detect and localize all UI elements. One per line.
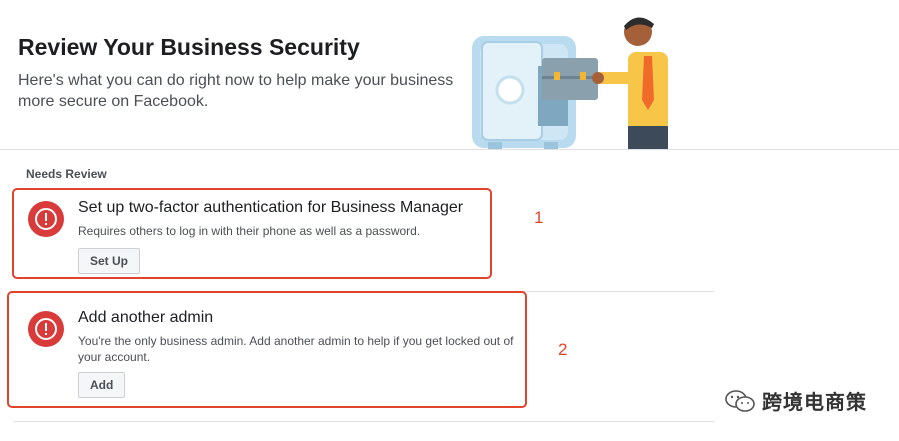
watermark-text: 跨境电商策 [762, 392, 867, 414]
annotation-marker-1: 1 [534, 208, 544, 227]
page-description: Here's what you can do right now to help… [18, 72, 454, 110]
annotation-box-1 [12, 188, 492, 279]
annotation-box-2 [7, 291, 527, 408]
wechat-icon [725, 389, 755, 412]
section-label: Needs Review [26, 167, 107, 181]
safe-illustration [472, 17, 668, 150]
bottom-divider [14, 421, 714, 422]
header-divider [0, 149, 899, 150]
annotation-marker-2: 2 [558, 340, 568, 359]
watermark: 跨境电商策 [724, 386, 867, 415]
page-title: Review Your Business Security [18, 34, 360, 60]
